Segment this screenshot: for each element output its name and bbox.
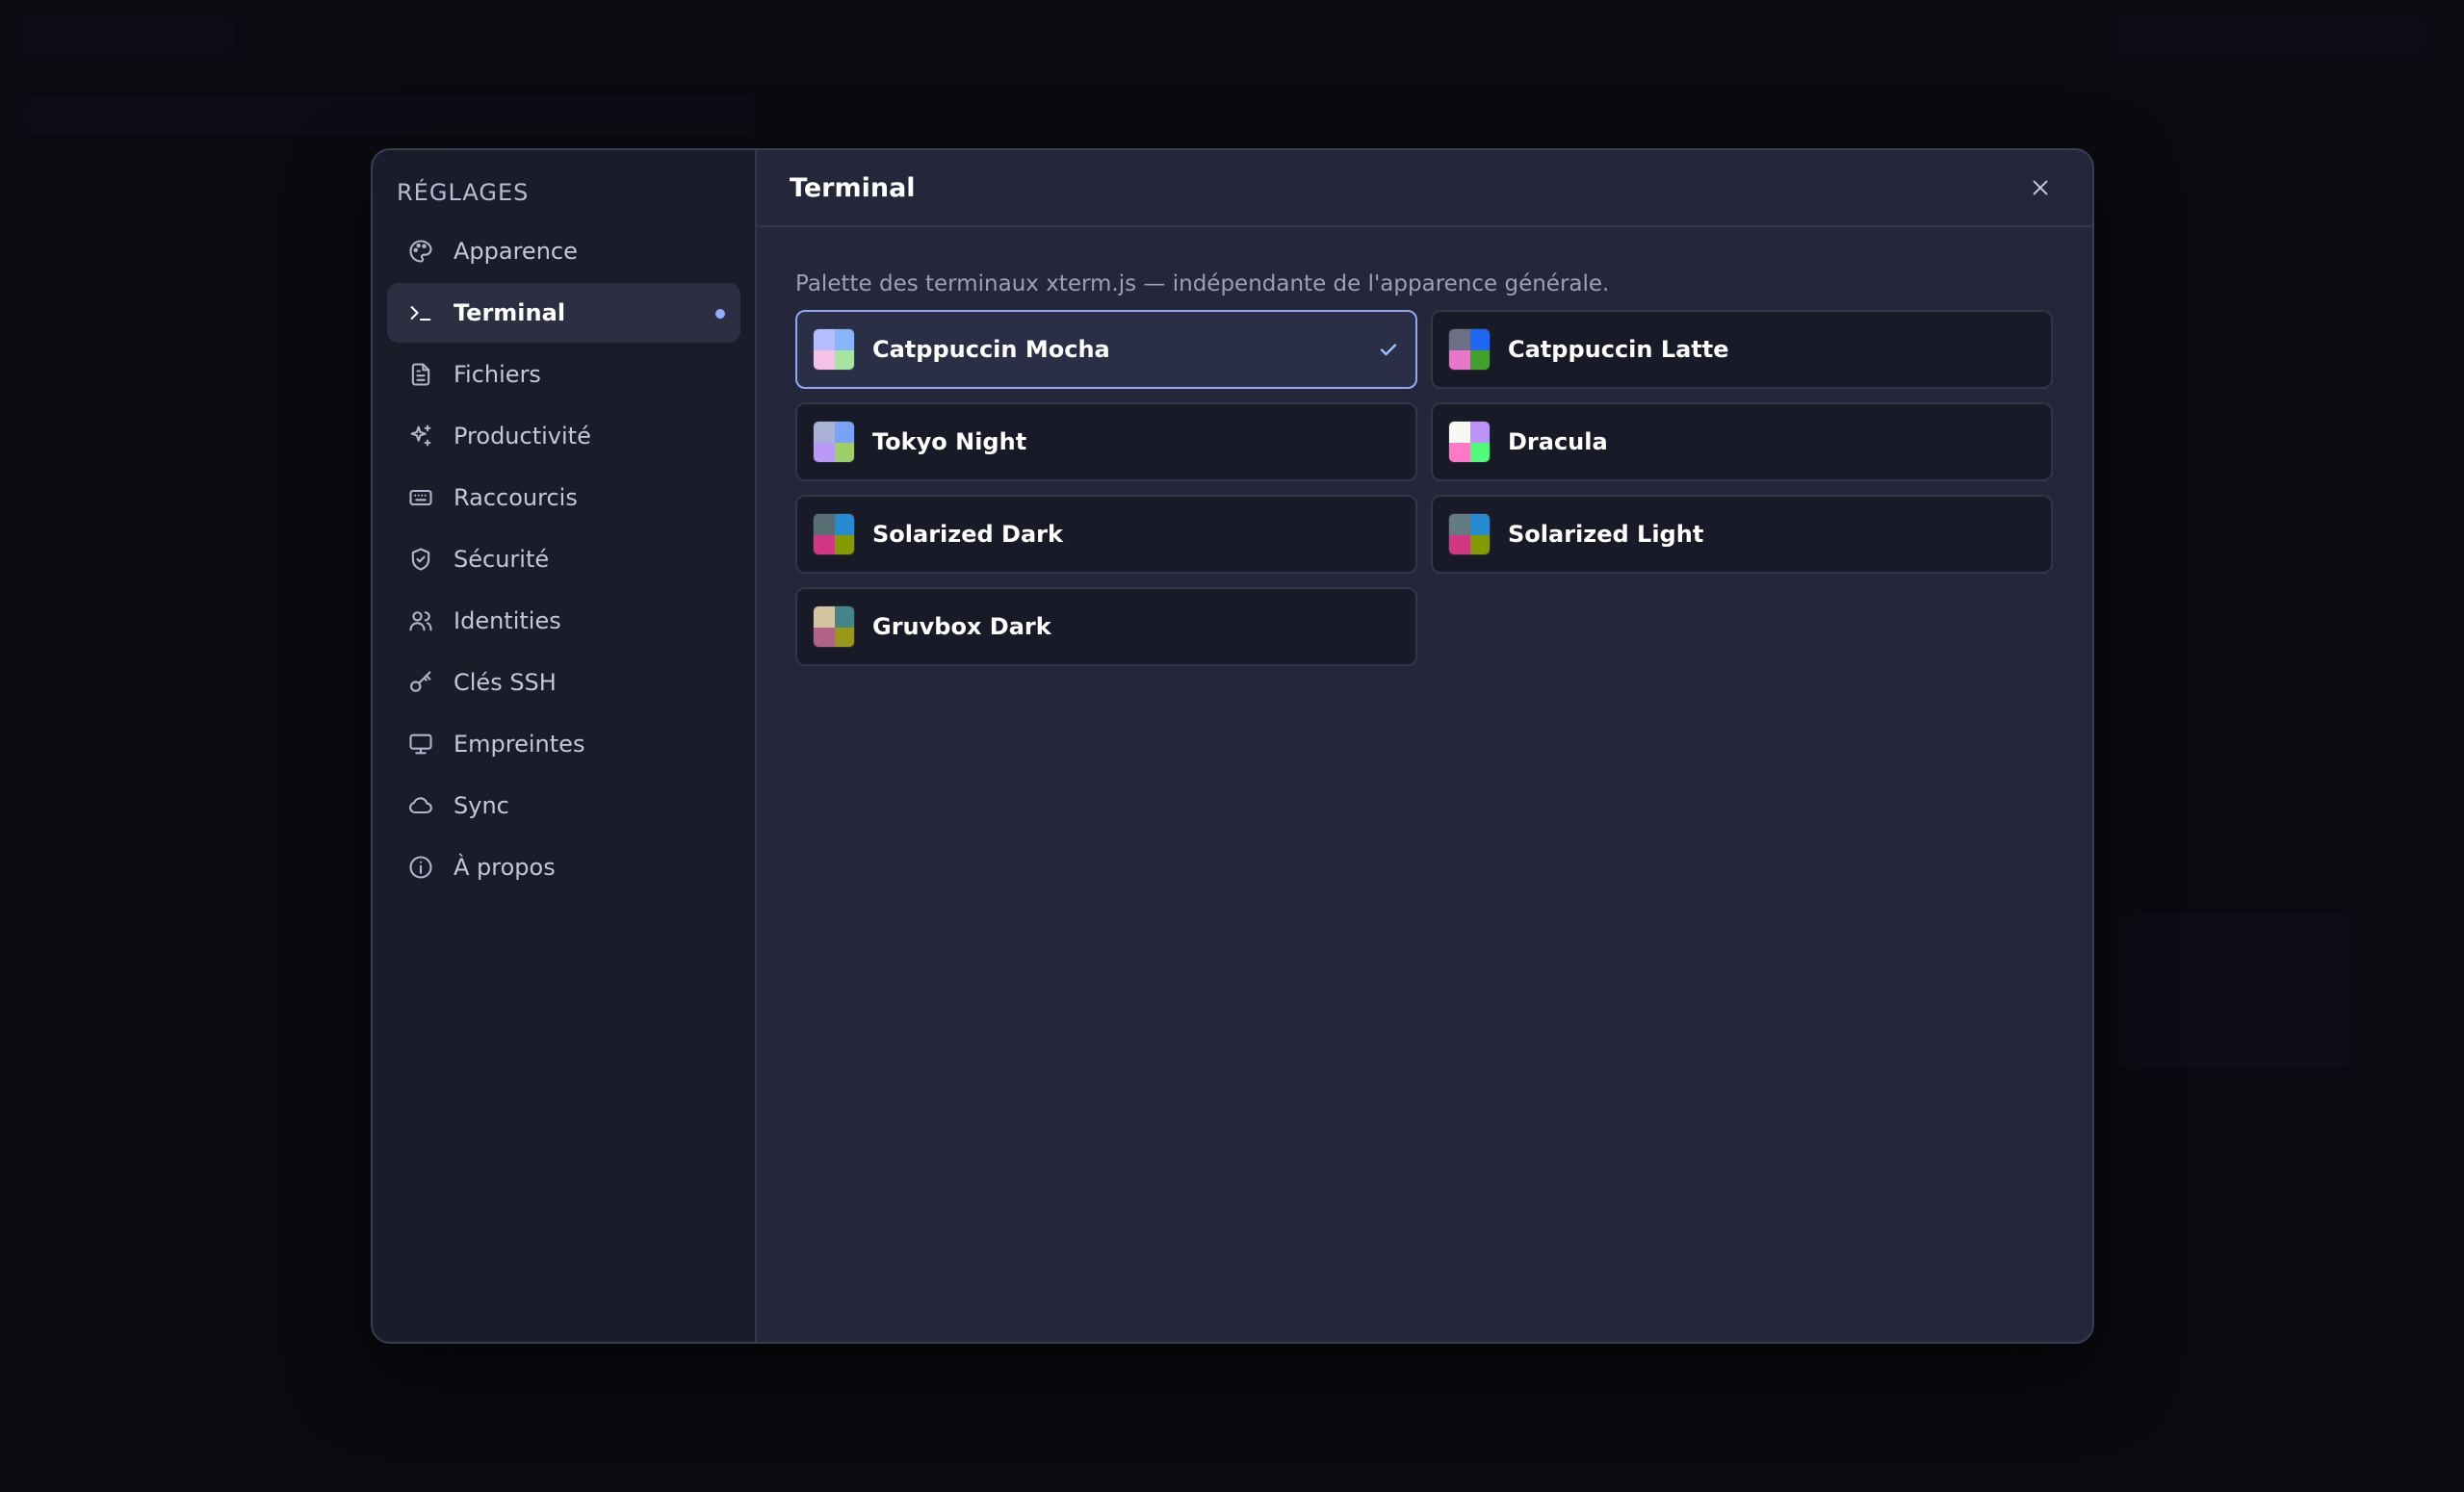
- sidebar-item-label: Empreintes: [454, 731, 585, 758]
- content-body: Palette des terminaux xterm.js — indépen…: [757, 227, 2092, 666]
- color-swatch-icon: [1448, 421, 1491, 463]
- shield-icon: [407, 546, 434, 573]
- swatch-color: [1470, 514, 1490, 535]
- swatch-color: [835, 443, 854, 462]
- swatch-color: [1449, 443, 1470, 462]
- swatch-color: [835, 606, 854, 628]
- sidebar-item-sync[interactable]: Sync: [387, 776, 740, 836]
- theme-name: Dracula: [1508, 428, 1608, 455]
- color-swatch-icon: [1448, 513, 1491, 555]
- monitor-icon: [407, 731, 434, 758]
- sidebar-item-empreintes[interactable]: Empreintes: [387, 714, 740, 774]
- swatch-color: [1449, 535, 1470, 554]
- background-app-panel: [2118, 914, 2349, 1068]
- color-swatch-icon: [813, 328, 855, 371]
- key-icon: [407, 669, 434, 696]
- sidebar-item-label: Sync: [454, 792, 509, 819]
- palette-description: Palette des terminaux xterm.js — indépen…: [795, 271, 1610, 296]
- swatch-color: [1470, 422, 1490, 443]
- background-app-header: [23, 15, 235, 54]
- theme-name: Catppuccin Latte: [1508, 336, 1729, 363]
- cloud-icon: [407, 792, 434, 819]
- swatch-color: [1449, 422, 1470, 443]
- theme-option[interactable]: Solarized Dark: [795, 495, 1417, 574]
- color-swatch-icon: [813, 605, 855, 648]
- background-app-tabs: [23, 96, 755, 135]
- swatch-color: [814, 443, 835, 462]
- theme-option[interactable]: Dracula: [1431, 402, 2053, 481]
- keyboard-icon: [407, 484, 434, 511]
- sidebar-item-label: Identities: [454, 607, 561, 634]
- settings-sidebar: RÉGLAGES Apparence Terminal Fichiers Pro…: [373, 150, 757, 1342]
- swatch-color: [814, 514, 835, 535]
- users-icon: [407, 607, 434, 634]
- close-icon: [2033, 180, 2048, 195]
- sidebar-item-apparence[interactable]: Apparence: [387, 221, 740, 281]
- settings-content: Terminal Palette des terminaux xterm.js …: [757, 150, 2092, 1342]
- sidebar-item-label: Clés SSH: [454, 669, 557, 696]
- swatch-color: [1470, 535, 1490, 554]
- swatch-color: [814, 535, 835, 554]
- sidebar-item-label: Productivité: [454, 423, 591, 450]
- theme-grid: Catppuccin Mocha Catppuccin Latte Tokyo Ni…: [795, 310, 2054, 666]
- swatch-color: [1449, 329, 1470, 350]
- swatch-color: [835, 514, 854, 535]
- sidebar-item-label: Raccourcis: [454, 484, 578, 511]
- theme-name: Solarized Dark: [872, 521, 1063, 548]
- sidebar-item-label: Sécurité: [454, 546, 550, 573]
- settings-dialog: RÉGLAGES Apparence Terminal Fichiers Pro…: [371, 148, 2094, 1344]
- color-swatch-icon: [1448, 328, 1491, 371]
- sidebar-item-label: Fichiers: [454, 361, 541, 388]
- swatch-color: [814, 606, 835, 628]
- sidebar-item-fichiers[interactable]: Fichiers: [387, 345, 740, 404]
- swatch-color: [835, 422, 854, 443]
- content-header: Terminal: [757, 150, 2092, 227]
- page-title: Terminal: [790, 172, 916, 203]
- sidebar-item-terminal[interactable]: Terminal: [387, 283, 740, 343]
- theme-name: Solarized Light: [1508, 521, 1704, 548]
- swatch-color: [1470, 443, 1490, 462]
- swatch-color: [835, 628, 854, 647]
- sidebar-item-a-propos[interactable]: À propos: [387, 837, 740, 897]
- sidebar-item-label: Apparence: [454, 238, 578, 265]
- sidebar-item-raccourcis[interactable]: Raccourcis: [387, 468, 740, 527]
- active-indicator-dot: [715, 309, 725, 319]
- sparkles-icon: [407, 423, 434, 450]
- swatch-color: [1470, 350, 1490, 370]
- sidebar-item-cles-ssh[interactable]: Clés SSH: [387, 653, 740, 712]
- background-app-toolbar: [2118, 15, 2426, 54]
- sidebar-item-label: À propos: [454, 854, 556, 881]
- terminal-icon: [407, 299, 434, 326]
- sidebar-item-label: Terminal: [454, 299, 566, 326]
- theme-option[interactable]: Catppuccin Mocha: [795, 310, 1417, 389]
- info-icon: [407, 854, 434, 881]
- sidebar-item-productivite[interactable]: Productivité: [387, 406, 740, 466]
- file-icon: [407, 361, 434, 388]
- check-icon: [1377, 338, 1400, 361]
- swatch-color: [1449, 514, 1470, 535]
- swatch-color: [814, 422, 835, 443]
- theme-name: Tokyo Night: [872, 428, 1027, 455]
- swatch-color: [835, 350, 854, 370]
- swatch-color: [814, 628, 835, 647]
- sidebar-title: RÉGLAGES: [397, 179, 530, 206]
- theme-name: Catppuccin Mocha: [872, 336, 1110, 363]
- color-swatch-icon: [813, 513, 855, 555]
- theme-option[interactable]: Gruvbox Dark: [795, 587, 1417, 666]
- swatch-color: [835, 535, 854, 554]
- swatch-color: [835, 329, 854, 350]
- close-button[interactable]: [2021, 168, 2060, 207]
- swatch-color: [814, 350, 835, 370]
- swatch-color: [1449, 350, 1470, 370]
- swatch-color: [1470, 329, 1490, 350]
- palette-icon: [407, 238, 434, 265]
- theme-option[interactable]: Tokyo Night: [795, 402, 1417, 481]
- swatch-color: [814, 329, 835, 350]
- theme-option[interactable]: Solarized Light: [1431, 495, 2053, 574]
- color-swatch-icon: [813, 421, 855, 463]
- sidebar-item-identities[interactable]: Identities: [387, 591, 740, 651]
- theme-option[interactable]: Catppuccin Latte: [1431, 310, 2053, 389]
- theme-name: Gruvbox Dark: [872, 613, 1051, 640]
- sidebar-item-securite[interactable]: Sécurité: [387, 529, 740, 589]
